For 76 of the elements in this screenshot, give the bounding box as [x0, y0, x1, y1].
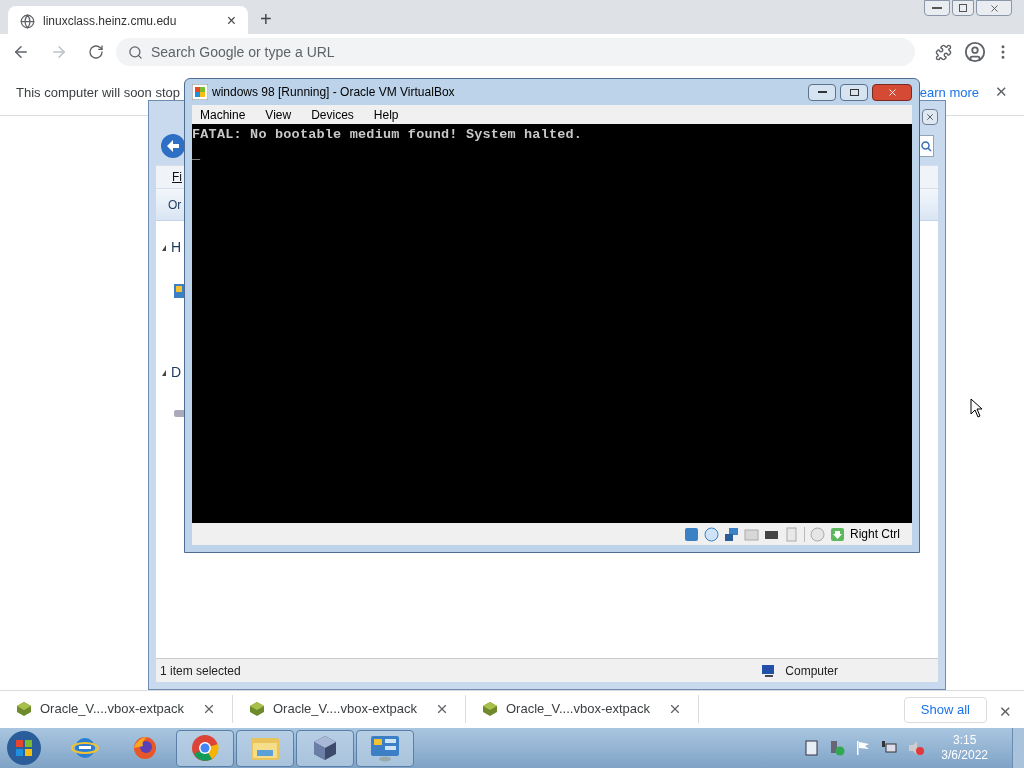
cube-icon [311, 734, 339, 762]
clock-date: 3/6/2022 [941, 748, 988, 763]
shelf-close-button[interactable]: ✕ [999, 700, 1012, 723]
tab-title: linuxclass.heinz.cmu.edu [43, 13, 178, 30]
close-icon [925, 112, 935, 122]
menu-item[interactable]: Devices [311, 105, 354, 124]
menu-item[interactable]: View [265, 105, 292, 124]
start-button[interactable] [4, 729, 44, 767]
console-line: _ [192, 146, 202, 164]
browser-icon [131, 734, 159, 762]
search-icon [920, 140, 932, 152]
control-panel-icon [369, 734, 401, 762]
package-icon [249, 701, 265, 717]
network-icon [881, 740, 898, 756]
download-item[interactable]: Oracle_V....vbox-extpack [233, 695, 466, 723]
extensions-icon[interactable] [935, 43, 952, 61]
globe-icon [20, 13, 35, 29]
package-icon [16, 701, 32, 717]
menu-item[interactable]: Fi [172, 168, 182, 186]
back-icon[interactable] [12, 43, 30, 61]
clock-time: 3:15 [952, 733, 977, 748]
download-item[interactable]: Oracle_V....vbox-extpack [0, 695, 233, 723]
infobar-close-button[interactable]: ✕ [995, 81, 1008, 104]
host-key-label: Right Ctrl [850, 526, 900, 543]
expand-arrow-icon[interactable] [162, 244, 166, 251]
minimize-button[interactable] [924, 0, 950, 16]
close-icon[interactable] [202, 702, 216, 716]
console-line: FATAL: No bootable medium found! System halted. [192, 126, 584, 144]
drive-icon [173, 407, 185, 419]
network-icon [724, 526, 739, 542]
omnibox[interactable]: Search Google or type a URL [116, 38, 915, 66]
taskbar-button[interactable] [356, 729, 414, 767]
close-button[interactable] [922, 109, 938, 125]
speaker-muted-icon [907, 740, 926, 756]
infobar-message: This computer will soon stop [16, 83, 180, 102]
mouse-icon [810, 526, 825, 542]
status-text: 1 item selected [160, 662, 242, 680]
optical-disc-icon [704, 526, 719, 542]
windows-flag-icon [192, 84, 208, 100]
download-item[interactable]: Oracle_V....vbox-extpack [466, 695, 699, 723]
taskbar-button[interactable] [236, 729, 294, 767]
menu-item[interactable]: Help [373, 105, 399, 124]
location-text: Computer [785, 662, 838, 680]
window-title: windows 98 [Running] - Oracle VM VirtualBox [212, 84, 456, 101]
new-tab-button[interactable]: + [260, 9, 272, 29]
download-filename: Oracle_V....vbox-extpack [273, 700, 419, 719]
download-filename: Oracle_V....vbox-extpack [40, 700, 186, 719]
tab-close-button[interactable]: × [226, 13, 236, 29]
browser-icon [190, 733, 220, 763]
shared-folder-icon [744, 526, 759, 542]
download-filename: Oracle_V....vbox-extpack [506, 700, 652, 719]
close-icon[interactable] [668, 702, 682, 716]
maximize-button[interactable] [840, 83, 868, 101]
document-icon [805, 740, 820, 756]
close-icon [988, 2, 1000, 14]
tree-item[interactable]: H [171, 237, 182, 258]
restore-button[interactable] [952, 0, 974, 16]
profile-icon[interactable] [964, 41, 986, 63]
taskbar-button[interactable] [176, 729, 234, 767]
minimize-button[interactable] [808, 83, 836, 101]
organize-button[interactable]: Or [168, 195, 182, 214]
package-icon [482, 701, 498, 717]
mouse-pointer-icon [970, 398, 983, 418]
show-all-button[interactable]: Show all [903, 697, 987, 723]
learn-more-link[interactable]: earn more [919, 82, 979, 103]
taskbar-button[interactable] [296, 729, 354, 767]
chip-icon [784, 526, 799, 542]
reload-icon[interactable] [88, 44, 104, 60]
expand-arrow-icon[interactable] [162, 369, 166, 376]
close-icon [886, 86, 898, 98]
search-icon [128, 44, 143, 60]
browser-tab[interactable]: linuxclass.heinz.cmu.edu × [8, 6, 248, 36]
tree-item[interactable]: D [171, 362, 182, 383]
menu-item[interactable]: Machine [200, 105, 246, 124]
close-icon[interactable] [435, 702, 449, 716]
close-button[interactable] [872, 83, 912, 101]
